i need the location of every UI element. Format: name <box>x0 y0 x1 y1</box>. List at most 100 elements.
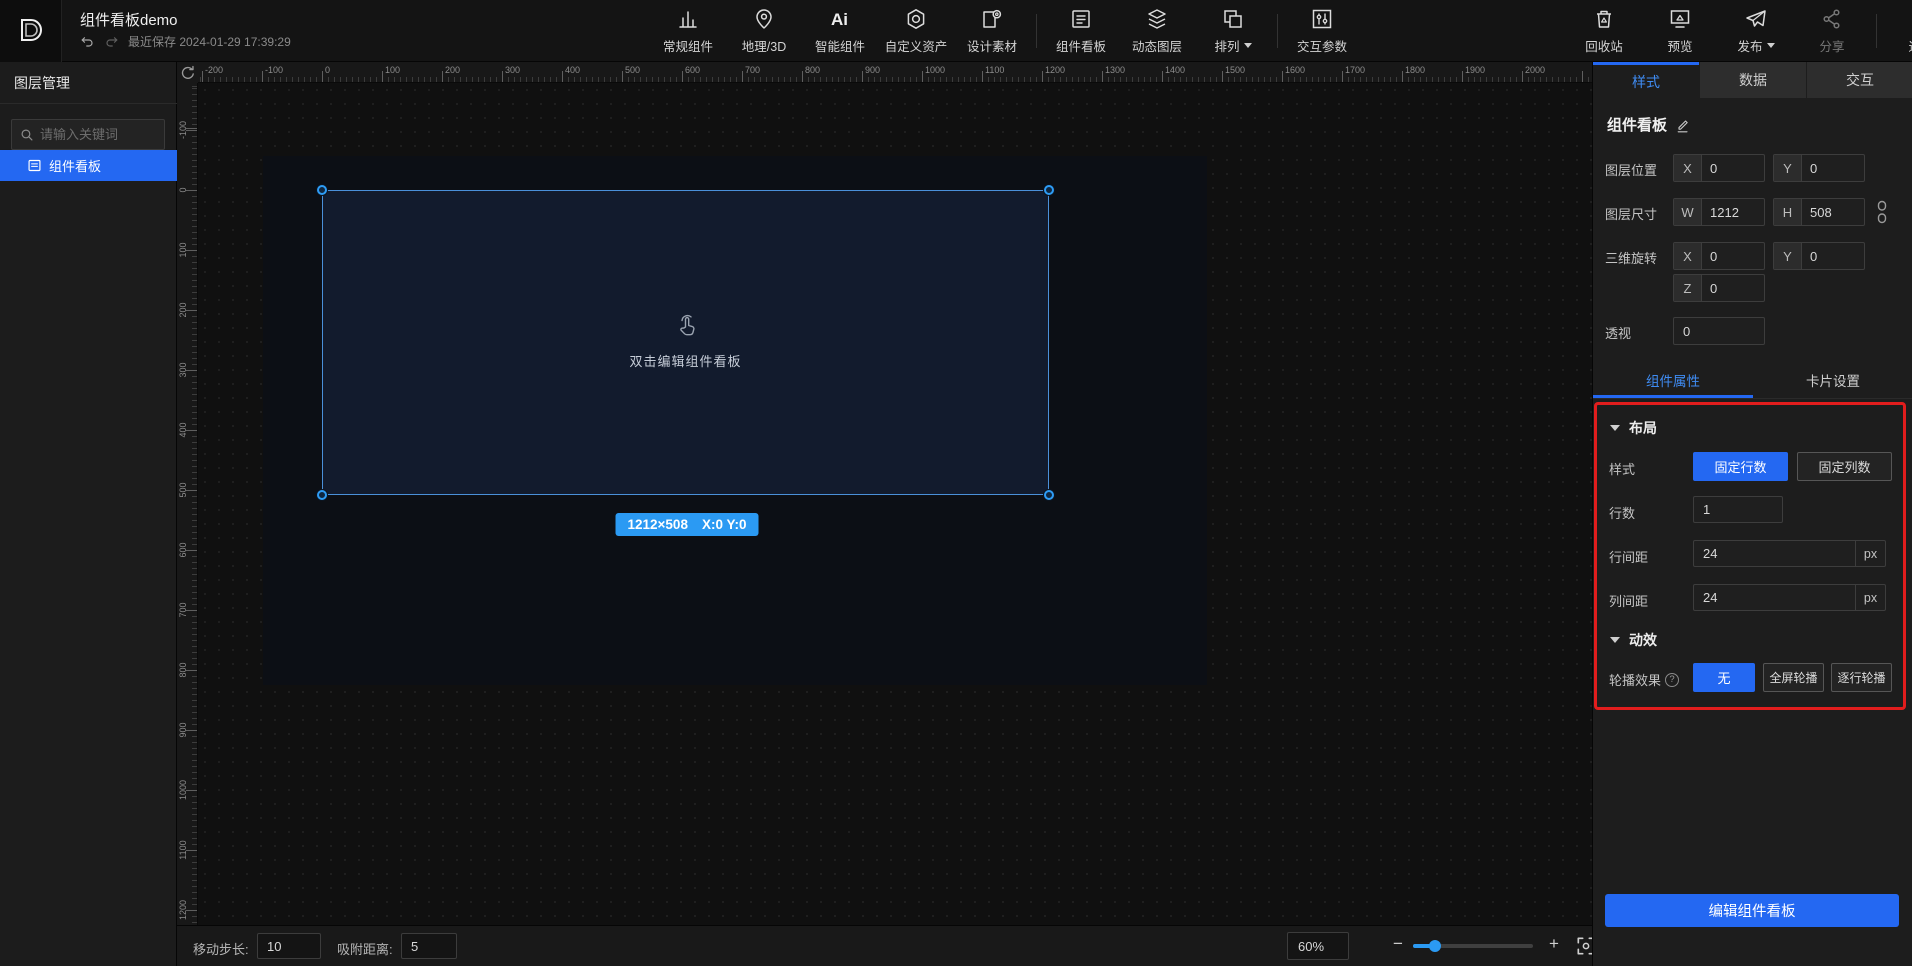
toolbar-item-smart-components[interactable]: Ai 智能组件 <box>802 0 878 62</box>
canvas-viewport[interactable]: 双击编辑组件看板 1212×508 X:0 Y:0 <box>198 83 1592 925</box>
perspective-field[interactable] <box>1673 317 1765 345</box>
toolbar-item-design-assets[interactable]: 设计素材 <box>954 0 1030 62</box>
redo-icon[interactable] <box>104 34 119 49</box>
inspector-panel: 样式 数据 交互 组件看板 图层位置 X Y 图层尺寸 W H <box>1592 62 1912 966</box>
zoom-level-select[interactable]: 60% <box>1287 932 1349 960</box>
toolbar-item-interaction-params[interactable]: 交互参数 <box>1284 0 1360 62</box>
toolbar-item-geo-3d[interactable]: 地理/3D <box>726 0 802 62</box>
toolbar-item-custom-assets[interactable]: 自定义资产 <box>878 0 954 62</box>
chevron-down-icon <box>1767 43 1775 48</box>
carousel-by-row-button[interactable]: 逐行轮播 <box>1831 663 1892 692</box>
col-gap-field[interactable]: px <box>1693 584 1886 611</box>
resize-handle-se[interactable] <box>1044 490 1054 500</box>
vertical-ruler[interactable]: -100010020030040050060070080090010001100… <box>177 83 198 925</box>
position-x-input[interactable] <box>1702 155 1764 181</box>
layout-style-label: 样式 <box>1609 459 1635 478</box>
canvas-area: -200-10001002003004005006007008009001000… <box>177 62 1592 966</box>
publish-button[interactable]: 发布 <box>1718 0 1794 62</box>
position-y-field[interactable]: Y <box>1773 154 1865 182</box>
tab-data[interactable]: 数据 <box>1699 62 1806 98</box>
move-step-label: 移动步长: <box>193 939 249 958</box>
resize-handle-ne[interactable] <box>1044 185 1054 195</box>
help-icon[interactable]: ? <box>1665 673 1679 687</box>
reset-view-icon[interactable] <box>179 64 197 82</box>
ruler-label: -100 <box>178 116 188 144</box>
tab-interaction[interactable]: 交互 <box>1806 62 1912 98</box>
rotation-y-field[interactable]: Y <box>1773 242 1865 270</box>
app-logo[interactable] <box>0 0 62 62</box>
width-input[interactable] <box>1702 199 1764 225</box>
rotation-y-input[interactable] <box>1802 243 1864 269</box>
preview-button[interactable]: 预览 <box>1642 0 1718 62</box>
ruler-label: 1000 <box>178 776 188 804</box>
resize-handle-sw[interactable] <box>317 490 327 500</box>
carousel-fullscreen-button[interactable]: 全屏轮播 <box>1763 663 1824 692</box>
position-x-field[interactable]: X <box>1673 154 1765 182</box>
aspect-link-icon[interactable] <box>1874 200 1890 224</box>
ruler-label: 700 <box>745 65 760 75</box>
col-gap-unit: px <box>1855 585 1885 610</box>
motion-section-title: 动效 <box>1629 630 1657 650</box>
arrange-icon <box>1221 7 1245 31</box>
zoom-in-button[interactable]: + <box>1545 934 1563 958</box>
selection-position: X:0 Y:0 <box>702 517 747 532</box>
motion-section-header[interactable]: 动效 <box>1610 630 1657 650</box>
bar-chart-icon <box>676 7 700 31</box>
style-fixed-rows-button[interactable]: 固定行数 <box>1693 452 1788 481</box>
undo-icon[interactable] <box>80 34 95 49</box>
row-gap-input[interactable] <box>1694 541 1855 566</box>
paper-plane-icon <box>1744 7 1768 31</box>
layer-item-label: 组件看板 <box>49 156 101 175</box>
col-gap-input[interactable] <box>1694 585 1855 610</box>
preview-icon <box>1668 7 1692 31</box>
carousel-label-row: 轮播效果 ? <box>1609 670 1679 689</box>
rotation-z-field[interactable]: Z <box>1673 274 1765 302</box>
rotation-x-field[interactable]: X <box>1673 242 1765 270</box>
move-step-input[interactable] <box>257 933 321 959</box>
map-pin-icon <box>752 7 776 31</box>
edit-pencil-icon[interactable] <box>1675 117 1691 133</box>
subtab-card-settings[interactable]: 卡片设置 <box>1753 365 1912 398</box>
zoom-slider[interactable] <box>1413 944 1533 948</box>
perspective-input[interactable] <box>1674 318 1764 344</box>
share-button[interactable]: 分享 <box>1794 0 1870 62</box>
ruler-label: 800 <box>178 656 188 684</box>
rotation-z-input[interactable] <box>1702 275 1764 301</box>
carousel-none-button[interactable]: 无 <box>1693 663 1755 692</box>
toolbar-item-component-board[interactable]: 组件看板 <box>1043 0 1119 62</box>
selected-component[interactable]: 双击编辑组件看板 <box>322 190 1049 495</box>
toolbar-item-dynamic-layers[interactable]: 动态图层 <box>1119 0 1195 62</box>
rows-input[interactable] <box>1694 497 1782 522</box>
zoom-slider-handle[interactable] <box>1429 940 1441 952</box>
ruler-label: 200 <box>178 296 188 324</box>
subtab-component-props[interactable]: 组件属性 <box>1593 365 1753 398</box>
position-y-input[interactable] <box>1802 155 1864 181</box>
rotation-x-input[interactable] <box>1702 243 1764 269</box>
layer-item-component-board[interactable]: 组件看板 <box>0 150 177 181</box>
width-field[interactable]: W <box>1673 198 1765 226</box>
horizontal-ruler[interactable]: -200-10001002003004005006007008009001000… <box>198 62 1592 83</box>
row-gap-field[interactable]: px <box>1693 540 1886 567</box>
tab-style[interactable]: 样式 <box>1593 62 1699 98</box>
rows-label: 行数 <box>1609 503 1635 522</box>
recycle-bin-button[interactable]: 回收站 <box>1566 0 1642 62</box>
toolbar-item-arrange[interactable]: 排列 <box>1195 0 1271 62</box>
ruler-label: -100 <box>265 65 283 75</box>
layer-search-input[interactable] <box>40 127 156 142</box>
zoom-level-value: 60% <box>1298 939 1324 954</box>
style-fixed-cols-button[interactable]: 固定列数 <box>1797 452 1892 481</box>
rows-field[interactable] <box>1693 496 1783 523</box>
snap-distance-input[interactable] <box>401 933 457 959</box>
toolbar-item-common-components[interactable]: 常规组件 <box>650 0 726 62</box>
zoom-out-button[interactable]: − <box>1389 934 1407 958</box>
edit-component-board-button[interactable]: 编辑组件看板 <box>1605 894 1899 927</box>
resize-handle-nw[interactable] <box>317 185 327 195</box>
layout-section-header[interactable]: 布局 <box>1610 418 1657 438</box>
board-icon <box>1069 7 1093 31</box>
trash-icon <box>1592 7 1616 31</box>
height-field[interactable]: H <box>1773 198 1865 226</box>
exit-button[interactable]: 退出 <box>1883 0 1912 62</box>
ruler-label: 1800 <box>1405 65 1425 75</box>
height-input[interactable] <box>1802 199 1864 225</box>
layer-search-box[interactable] <box>11 119 165 150</box>
